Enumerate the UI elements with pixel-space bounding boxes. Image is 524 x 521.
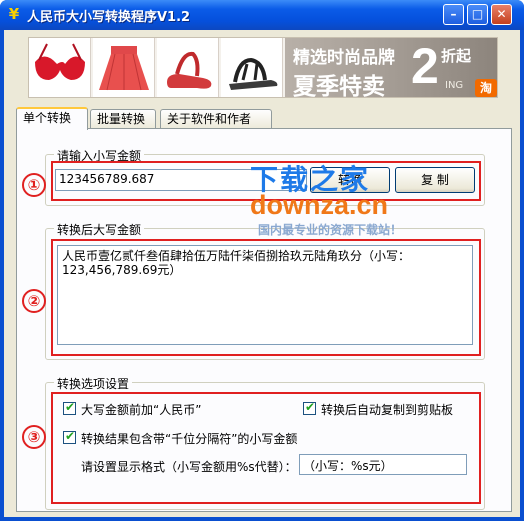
brand-fragment: ING bbox=[445, 80, 464, 91]
prefix-rmb-checkbox[interactable] bbox=[63, 400, 76, 415]
tab-batch-convert[interactable]: 批量转换 bbox=[90, 109, 156, 129]
annotation-marker-1: ① bbox=[22, 173, 46, 197]
product-skirt-image bbox=[93, 38, 155, 97]
yuan-icon: ¥ bbox=[8, 5, 20, 23]
annotation-marker-2: ② bbox=[22, 289, 46, 313]
prefix-rmb-label: 大写金额前加“人民币” bbox=[81, 403, 202, 417]
format-label: 请设置显示格式（小写金额用%s代替）： bbox=[81, 460, 297, 474]
tab-about[interactable]: 关于软件和作者 bbox=[160, 109, 272, 129]
promo-text-area: 精选时尚品牌 夏季特卖 2 折起 ING 淘 bbox=[285, 38, 497, 98]
promo-banner[interactable]: 精选时尚品牌 夏季特卖 2 折起 ING 淘 bbox=[28, 37, 498, 98]
options-group-legend: 转换选项设置 bbox=[54, 375, 133, 392]
promo-suffix: 折起 bbox=[441, 47, 472, 65]
close-button[interactable]: ✕ bbox=[491, 4, 512, 25]
result-textarea[interactable]: 人民币壹亿贰仟叁佰肆拾伍万陆仟柒佰捌拾玖元陆角玖分（小写：123,456,789… bbox=[57, 245, 473, 345]
promo-number: 2 bbox=[411, 38, 439, 94]
copy-button[interactable]: 复 制 bbox=[395, 167, 475, 193]
tab-label: 批量转换 bbox=[97, 112, 146, 126]
auto-copy-label: 转换后自动复制到剪贴板 bbox=[321, 403, 454, 417]
title-bar[interactable]: ¥ 人民币大小写转换程序V1.2 – □ ✕ bbox=[0, 0, 524, 30]
product-bra-image bbox=[29, 38, 91, 97]
tab-label: 关于软件和作者 bbox=[167, 112, 252, 126]
annotation-marker-3: ③ bbox=[22, 425, 46, 449]
app-window: ¥ 人民币大小写转换程序V1.2 – □ ✕ 精选时尚品牌 夏季特卖 2 折起 … bbox=[0, 0, 524, 521]
thousands-separator-label: 转换结果包含带“千位分隔符”的小写金额 bbox=[81, 432, 298, 446]
amount-input[interactable]: 123456789.687 bbox=[55, 169, 307, 191]
window-title: 人民币大小写转换程序V1.2 bbox=[27, 10, 191, 25]
taobao-badge: 淘 bbox=[475, 79, 497, 97]
client-area: 精选时尚品牌 夏季特卖 2 折起 ING 淘 单个转换 批量转换 关于软件和作者 bbox=[4, 30, 520, 517]
convert-button[interactable]: 转换 bbox=[310, 167, 390, 193]
product-sandal-red-image bbox=[157, 38, 219, 97]
tab-single-convert[interactable]: 单个转换 bbox=[16, 107, 88, 130]
output-group-legend: 转换后大写金额 bbox=[54, 221, 145, 238]
single-convert-panel: 请输入小写金额 ① 123456789.687 转换 复 制 转换后大写金额 ②… bbox=[16, 128, 512, 512]
product-sandal-black-image bbox=[221, 38, 283, 97]
minimize-button[interactable]: – bbox=[443, 4, 464, 25]
maximize-button[interactable]: □ bbox=[467, 4, 488, 25]
thousands-separator-checkbox[interactable] bbox=[63, 429, 76, 444]
tab-label: 单个转换 bbox=[23, 111, 72, 125]
format-input[interactable]: （小写：%s元） bbox=[299, 454, 467, 475]
promo-line1: 精选时尚品牌 bbox=[293, 48, 395, 68]
auto-copy-checkbox[interactable] bbox=[303, 400, 316, 415]
promo-line2: 夏季特卖 bbox=[293, 74, 385, 98]
